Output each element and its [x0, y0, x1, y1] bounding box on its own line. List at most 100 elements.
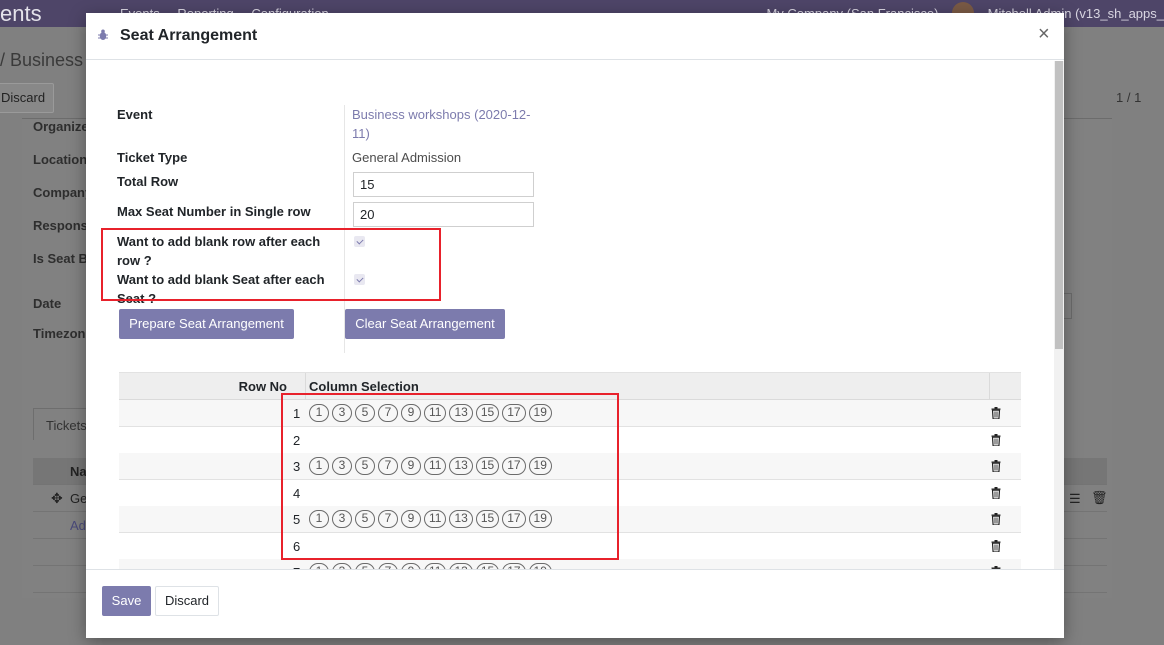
blank-row-label: Want to add blank row after each row ?: [117, 234, 321, 268]
discard-button[interactable]: Discard: [155, 586, 219, 616]
bg-label-timezone: Timezon: [33, 326, 86, 341]
ticket-type-value: General Admission: [352, 150, 462, 165]
seat-badge[interactable]: 5: [355, 404, 375, 422]
breadcrumb: / Business: [0, 50, 84, 70]
save-button[interactable]: Save: [102, 586, 151, 616]
header-column-selection[interactable]: Column Selection: [309, 379, 419, 394]
trash-icon[interactable]: [991, 539, 1001, 553]
seat-badge[interactable]: 19: [528, 404, 552, 422]
trash-icon[interactable]: [991, 460, 1001, 473]
table-row: 5 1 3 5 7 9 11 13 15 17 19: [119, 506, 1021, 533]
seat-list: 135791113151719: [309, 510, 555, 528]
modal-footer: Save Discard: [86, 569, 1064, 638]
bg-label-date: Date: [33, 296, 62, 311]
close-icon[interactable]: ×: [1038, 24, 1050, 44]
table-row: 3 1 3 5 7 9 11 13 15 17 19: [119, 453, 1021, 480]
pager[interactable]: 1 / 1: [1116, 90, 1141, 105]
seat-badge[interactable]: 15: [475, 510, 500, 528]
app-name[interactable]: ents: [0, 1, 42, 27]
bg-label-responsible: Respons: [33, 218, 88, 233]
max-seat-input[interactable]: [353, 202, 534, 227]
seat-badge[interactable]: 1: [309, 457, 329, 475]
row-number: 1: [293, 406, 301, 421]
trash-icon[interactable]: [991, 513, 1001, 526]
scrollbar-thumb[interactable]: [1055, 61, 1063, 349]
bg-label-organizer: Organize: [33, 119, 89, 134]
max-seat-label: Max Seat Number in Single row: [117, 204, 311, 219]
table-row: 4: [119, 480, 1021, 507]
total-row-label: Total Row: [117, 174, 179, 189]
table-row: 7135791113151719: [119, 559, 1021, 569]
add-line-link[interactable]: Ad: [70, 518, 86, 533]
blank-row-checkbox[interactable]: [354, 236, 365, 247]
seat-badge[interactable]: 3: [332, 457, 352, 475]
seat-badge[interactable]: 17: [502, 404, 526, 422]
modal-scrollbar[interactable]: [1054, 61, 1064, 569]
seat-badge[interactable]: 11: [424, 510, 447, 528]
header-divider: [989, 373, 990, 400]
drag-handle-icon[interactable]: ✥: [51, 490, 63, 507]
seat-badge[interactable]: 13: [449, 510, 473, 528]
seat-list: 135791113151719: [309, 404, 555, 422]
seat-badge[interactable]: 19: [528, 457, 552, 475]
seat-badge[interactable]: 17: [502, 510, 526, 528]
row-number: 4: [293, 485, 301, 501]
seat-badge[interactable]: 15: [475, 457, 500, 475]
bg-label-company: Company: [33, 185, 93, 200]
seat-badge[interactable]: 7: [378, 457, 398, 475]
row-number: 2: [293, 432, 301, 448]
seat-badge[interactable]: 11: [424, 457, 447, 475]
seat-badge[interactable]: 7: [378, 510, 398, 528]
seat-badge[interactable]: 17: [502, 457, 526, 475]
seat-badge[interactable]: 3: [332, 404, 352, 422]
row-number: 5: [293, 512, 301, 527]
clear-seat-arrangement-button[interactable]: Clear Seat Arrangement: [345, 309, 505, 339]
bg-cell-name: Ge: [70, 491, 88, 506]
table-header: Row No Column Selection: [119, 372, 1021, 400]
seat-badge[interactable]: 5: [355, 510, 375, 528]
modal-title: Seat Arrangement: [120, 27, 258, 44]
event-label: Event: [117, 107, 153, 122]
seat-arrangement-dialog: Seat Arrangement × Event Business worksh…: [86, 13, 1064, 638]
seat-badge[interactable]: 5: [355, 457, 375, 475]
seat-badge[interactable]: 7: [378, 404, 398, 422]
row-number: 6: [293, 538, 301, 554]
table-row: 1 1 3 5 7 9 11 13 15 17 19: [119, 400, 1021, 427]
seat-badge[interactable]: 9: [401, 457, 421, 475]
trash-icon[interactable]: [991, 407, 1001, 420]
trash-icon[interactable]: [991, 433, 1001, 447]
bg-col-name: Na: [70, 464, 87, 479]
total-row-input[interactable]: [353, 172, 534, 197]
prepare-seat-arrangement-button[interactable]: Prepare Seat Arrangement: [119, 309, 294, 339]
table-row: 2: [119, 427, 1021, 454]
blank-seat-label: Want to add blank Seat after each Seat ?: [117, 272, 325, 306]
seat-badge[interactable]: 15: [475, 404, 500, 422]
seat-badge[interactable]: 1: [309, 404, 329, 422]
trash-icon[interactable]: [991, 486, 1001, 500]
header-divider: [305, 373, 306, 400]
blank-seat-checkbox[interactable]: [354, 274, 365, 285]
seat-badge[interactable]: 19: [528, 510, 552, 528]
tab-tickets[interactable]: Tickets: [33, 408, 88, 440]
seat-badge[interactable]: 3: [332, 510, 352, 528]
header-row-no[interactable]: Row No: [119, 379, 287, 394]
bg-label-location: Location: [33, 152, 88, 167]
seat-badge[interactable]: 9: [401, 510, 421, 528]
trash-icon[interactable]: 🗑: [1091, 490, 1108, 506]
table-row: 6: [119, 533, 1021, 560]
seat-badge[interactable]: 1: [309, 510, 329, 528]
bg-label-is-seat: Is Seat B: [33, 251, 88, 266]
list-icon[interactable]: ☰: [1069, 491, 1081, 507]
seat-badge[interactable]: 13: [449, 404, 473, 422]
seat-badge[interactable]: 9: [401, 404, 421, 422]
background-discard-button[interactable]: Discard: [0, 83, 54, 113]
event-link[interactable]: Business workshops (2020-12-11): [352, 105, 542, 143]
seat-list: 135791113151719: [309, 457, 555, 475]
modal-body: Event Business workshops (2020-12-11) Ti…: [86, 61, 1064, 569]
seat-badge[interactable]: 13: [449, 457, 473, 475]
modal-header: Seat Arrangement ×: [86, 13, 1064, 60]
row-number: 3: [293, 459, 301, 474]
bug-icon: [98, 29, 108, 40]
ticket-type-label: Ticket Type: [117, 150, 188, 165]
seat-badge[interactable]: 11: [424, 404, 447, 422]
